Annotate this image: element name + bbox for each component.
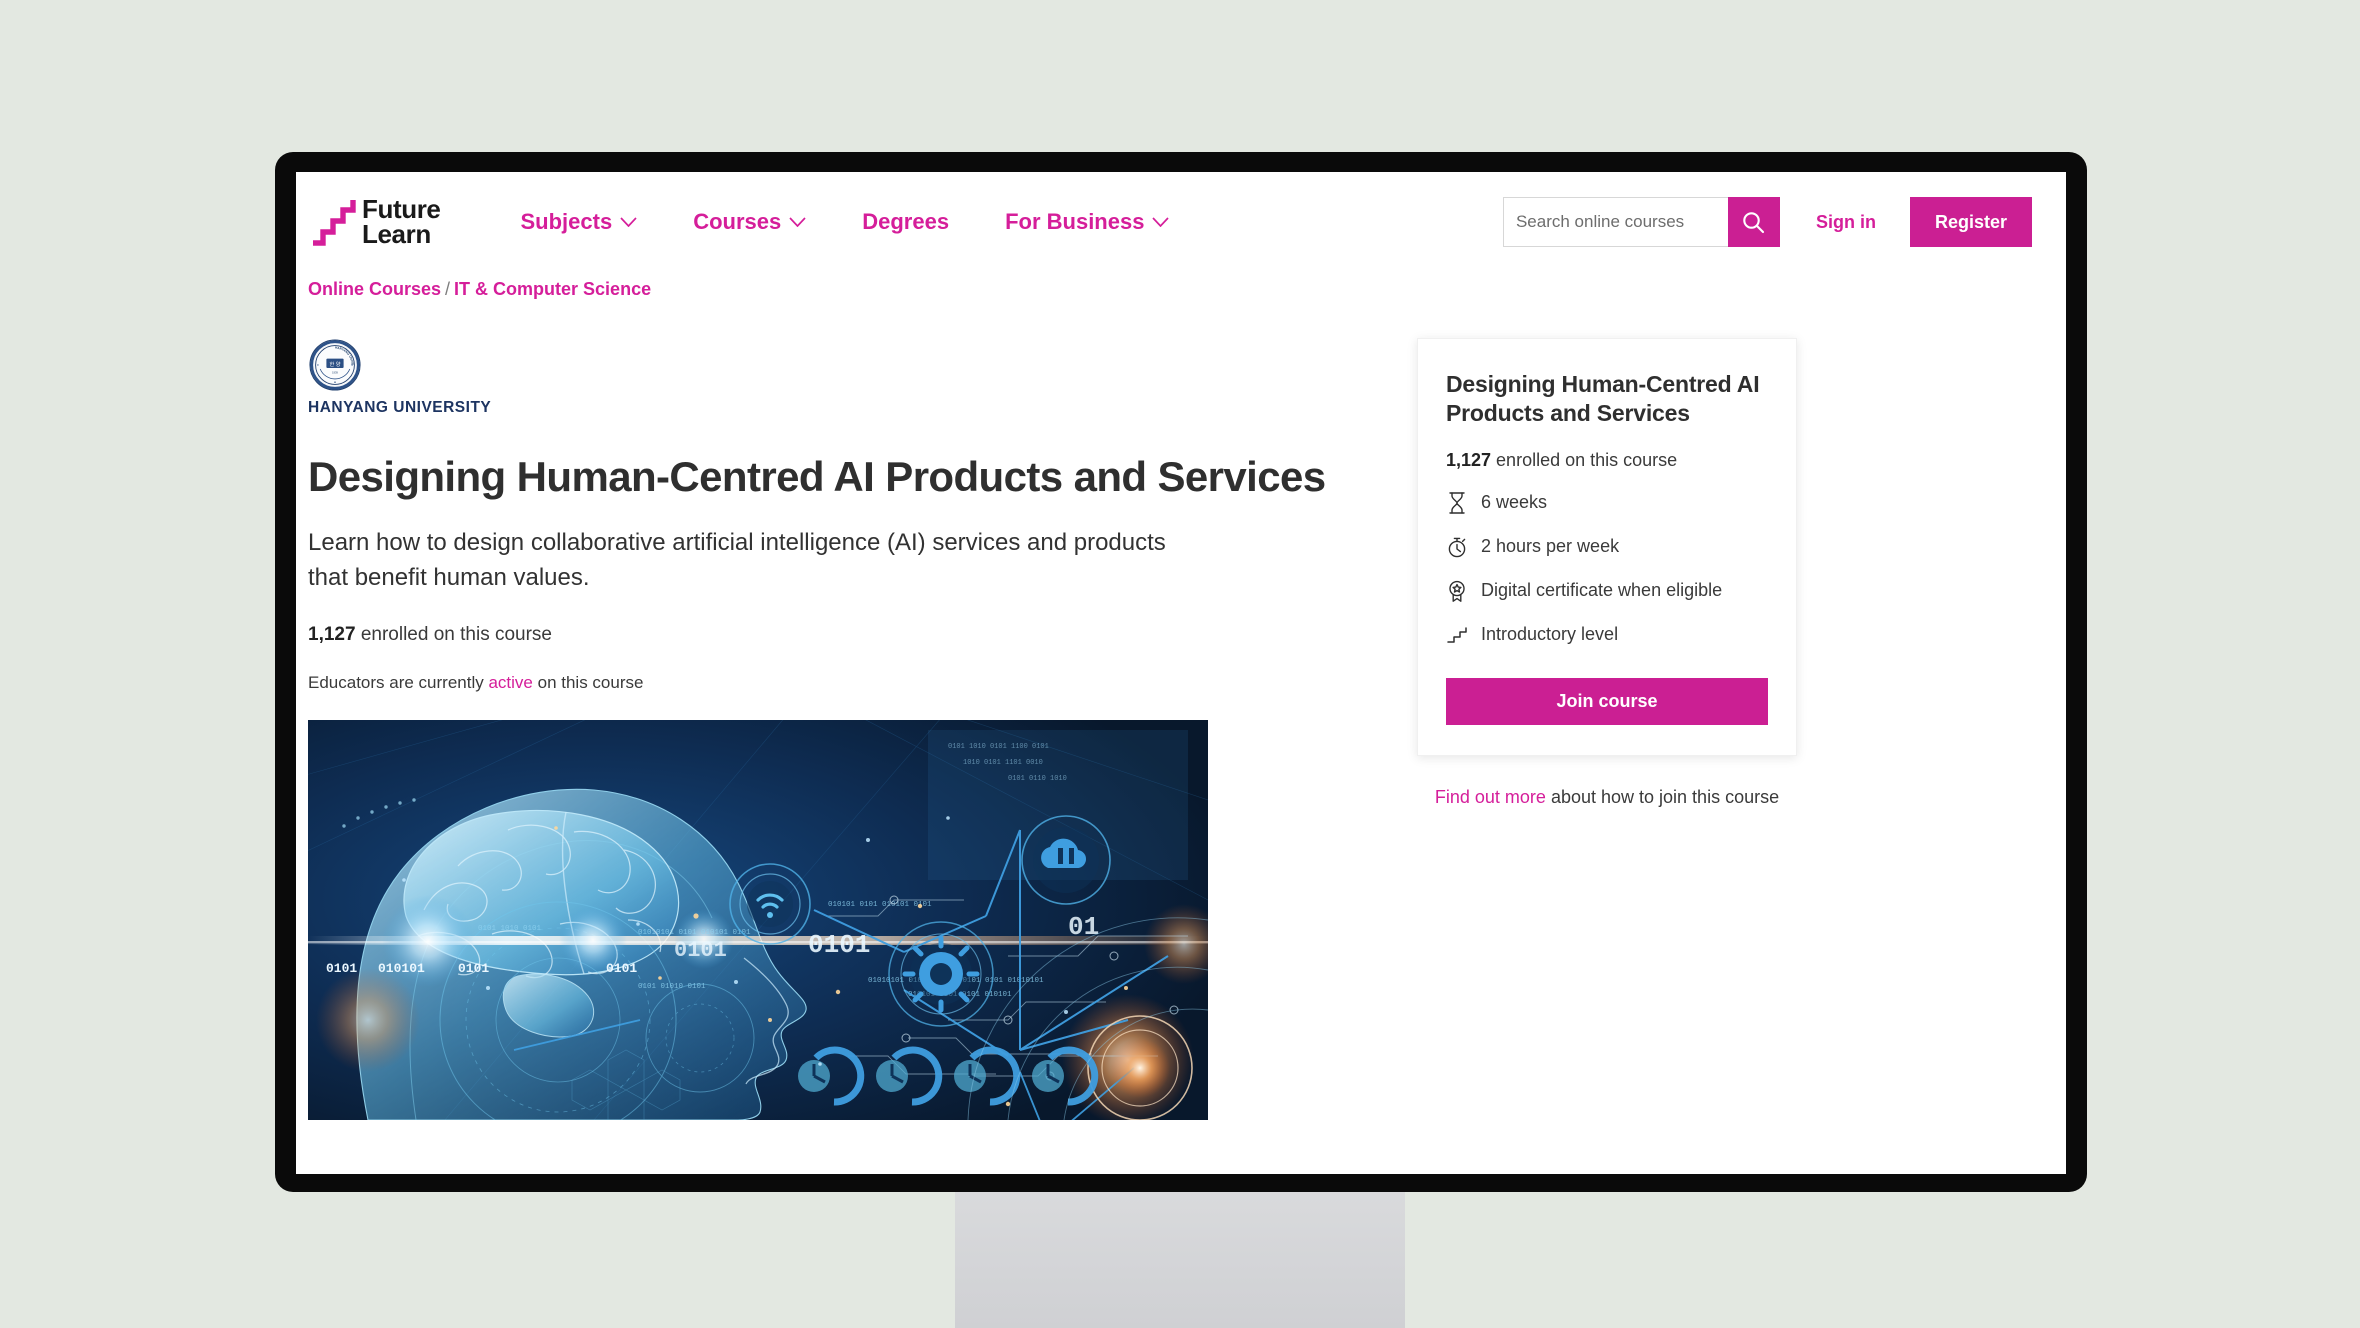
chevron-down-icon (620, 217, 637, 227)
course-sidebar: Designing Human-Centred AI Products and … (1417, 338, 1797, 808)
educator-status: Educators are currently active on this c… (308, 673, 1376, 693)
fact-label: 2 hours per week (1481, 536, 1620, 557)
gear-icon (888, 920, 994, 1027)
enrolled-number: 1,127 (308, 623, 356, 645)
ai-brain-illustration: 0101 1010 0101 1100 0101 1010 0101 1101 … (308, 719, 1208, 1120)
svg-text:01: 01 (1068, 912, 1099, 942)
nav-label: Subjects (520, 209, 613, 234)
svg-text:한 양: 한 양 (330, 360, 341, 368)
nav-label: Degrees (862, 209, 950, 234)
nav-item-degrees[interactable]: Degrees (834, 199, 977, 245)
site-header: Future Learn Subjects Courses Degrees Fo… (296, 172, 2066, 272)
svg-text:0101: 0101 (458, 961, 489, 976)
page-title: Designing Human-Centred AI Products and … (308, 453, 1326, 500)
hanyang-university-seal-icon: HANYANG UNIVERSITY 한 양 1939 (308, 338, 361, 391)
svg-text:0101 1010 0101: 0101 1010 0101 (478, 925, 542, 933)
stairs-icon (313, 200, 356, 246)
search-bar (1502, 197, 1780, 247)
logo-wordmark: Future Learn (362, 196, 441, 249)
content-columns: HANYANG UNIVERSITY 한 양 1939 (296, 338, 2032, 1120)
svg-text:010101 0101 010101 0101: 010101 0101 010101 0101 (828, 901, 932, 909)
svg-text:01010101 0101 010101 0101: 01010101 0101 010101 0101 (638, 929, 751, 937)
futurelearn-logo[interactable]: Future Learn (310, 196, 441, 249)
course-fact-weekly-hours: 2 hours per week (1446, 535, 1768, 559)
seal-year: 1939 (332, 370, 338, 374)
fact-label: 6 weeks (1481, 492, 1548, 513)
sign-in-link[interactable]: Sign in (1816, 212, 1876, 233)
breadcrumb-separator: / (445, 279, 451, 299)
hourglass-icon (1449, 492, 1465, 514)
nav-label: For Business (1005, 209, 1145, 234)
card-enrolled-suffix: enrolled on this course (1491, 449, 1678, 470)
browser-screen: Future Learn Subjects Courses Degrees Fo… (296, 172, 2066, 1174)
course-fact-level: Introductory level (1446, 623, 1768, 647)
stairs-level-icon (1447, 627, 1467, 643)
course-main-column: HANYANG UNIVERSITY 한 양 1939 (296, 338, 1376, 1120)
award-ribbon-icon (1449, 580, 1465, 602)
svg-text:0101: 0101 (808, 930, 870, 960)
find-out-more-text: Find out more about how to join this cou… (1417, 787, 1797, 808)
svg-text:0101 0110 1010: 0101 0110 1010 (1008, 775, 1067, 783)
breadcrumb-item-it-computer-science[interactable]: IT & Computer Science (454, 279, 651, 299)
course-fact-duration: 6 weeks (1446, 491, 1768, 515)
card-enrolled-count: 1,127 enrolled on this course (1446, 450, 1768, 471)
status-badge: active (488, 672, 533, 692)
course-hero-image: 0101 1010 0101 1100 0101 1010 0101 1101 … (308, 719, 1208, 1120)
card-course-title: Designing Human-Centred AI Products and … (1446, 371, 1760, 427)
course-summary-card: Designing Human-Centred AI Products and … (1417, 338, 1797, 756)
register-button[interactable]: Register (1909, 197, 2032, 247)
desktop-mockup-scene: Future Learn Subjects Courses Degrees Fo… (0, 0, 2360, 1328)
educator-suffix: on this course (532, 672, 644, 692)
logo-line-2: Learn (362, 219, 431, 249)
monitor-stand (955, 1192, 1405, 1328)
stopwatch-icon (1448, 537, 1466, 558)
page-content: Online Courses / IT & Computer Science HAN… (296, 279, 2066, 1120)
find-out-more-link[interactable]: Find out more (1435, 787, 1546, 807)
search-icon (1743, 211, 1765, 233)
breadcrumb: Online Courses / IT & Computer Science (308, 279, 2032, 300)
enrolled-count-main: 1,127 enrolled on this course (308, 624, 1376, 646)
enrolled-suffix: enrolled on this course (355, 623, 552, 645)
nav-item-for-business[interactable]: For Business (977, 199, 1197, 245)
course-strapline: Learn how to design collaborative artifi… (308, 529, 1166, 591)
find-out-more-rest: about how to join this course (1545, 786, 1780, 807)
course-fact-certificate: Digital certificate when eligible (1446, 579, 1768, 603)
fact-label: Digital certificate when eligible (1481, 580, 1723, 601)
chevron-down-icon (789, 217, 806, 227)
educator-prefix: Educators are currently (308, 672, 489, 692)
header-actions: Sign in Register (1502, 197, 2032, 247)
fact-label: Introductory level (1481, 624, 1619, 645)
search-input[interactable] (1502, 197, 1728, 247)
nav-item-courses[interactable]: Courses (665, 199, 834, 245)
svg-text:0101: 0101 (326, 961, 357, 976)
nav-item-subjects[interactable]: Subjects (492, 199, 665, 245)
main-navigation: Subjects Courses Degrees For Business (492, 199, 1197, 245)
card-enrolled-number: 1,127 (1446, 449, 1492, 470)
search-button[interactable] (1727, 197, 1780, 247)
course-provider[interactable]: HANYANG UNIVERSITY 한 양 1939 (308, 338, 1376, 417)
svg-text:010101: 010101 (378, 961, 425, 976)
svg-text:0101 1010 0101 1100 0101: 0101 1010 0101 1100 0101 (948, 743, 1049, 751)
provider-name: HANYANG UNIVERSITY (308, 399, 492, 416)
nav-label: Courses (693, 209, 782, 234)
svg-text:0101: 0101 (674, 938, 727, 963)
cloud-upload-icon (1021, 814, 1111, 905)
join-course-button[interactable]: Join course (1446, 677, 1768, 725)
chevron-down-icon (1152, 217, 1170, 227)
svg-text:0101 01010 0101: 0101 01010 0101 (638, 983, 706, 991)
breadcrumb-item-online-courses[interactable]: Online Courses (308, 279, 441, 299)
svg-text:1010 0101 1101 0010: 1010 0101 1101 0010 (963, 759, 1043, 767)
svg-text:0101: 0101 (606, 961, 637, 976)
